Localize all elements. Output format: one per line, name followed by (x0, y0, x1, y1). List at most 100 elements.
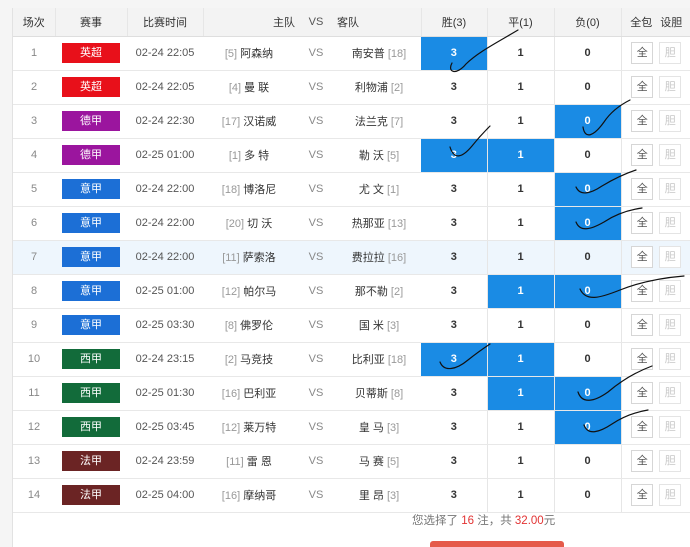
home-team-cell: [17] 汉诺威 (203, 104, 303, 139)
away-rank: [2] (390, 286, 404, 298)
league-badge[interactable]: 英超 (62, 77, 120, 97)
all-in-button[interactable]: 全 (631, 416, 654, 438)
option-lose[interactable]: 0 (554, 478, 622, 513)
all-in-button[interactable]: 全 (631, 76, 654, 98)
option-draw[interactable]: 1 (487, 444, 555, 479)
option-win[interactable]: 3 (421, 104, 488, 139)
all-in-button[interactable]: 全 (631, 178, 654, 200)
set-bile-button[interactable]: 胆 (659, 246, 682, 268)
option-lose[interactable]: 0 (554, 342, 622, 377)
set-bile-button[interactable]: 胆 (659, 382, 682, 404)
league-badge[interactable]: 意甲 (62, 213, 120, 233)
option-win[interactable]: 3 (421, 138, 488, 173)
option-lose[interactable]: 0 (554, 36, 622, 71)
option-draw[interactable]: 1 (487, 376, 555, 411)
option-win[interactable]: 3 (421, 342, 488, 377)
option-draw[interactable]: 1 (487, 308, 555, 343)
option-draw[interactable]: 1 (487, 240, 555, 275)
all-in-button[interactable]: 全 (631, 246, 654, 268)
set-bile-button[interactable]: 胆 (659, 314, 682, 336)
home-rank: [5] (224, 48, 238, 60)
home-rank: [17] (221, 116, 241, 128)
option-draw[interactable]: 1 (487, 342, 555, 377)
option-win[interactable]: 3 (421, 376, 488, 411)
league-badge[interactable]: 西甲 (62, 349, 120, 369)
option-lose[interactable]: 0 (554, 172, 622, 207)
away-team: 国 米 (358, 320, 384, 332)
option-draw[interactable]: 1 (487, 410, 555, 445)
league-badge[interactable]: 意甲 (62, 247, 120, 267)
match-time: 02-25 03:30 (127, 308, 203, 343)
league-cell: 意甲 (55, 308, 127, 343)
all-in-button[interactable]: 全 (631, 110, 654, 132)
option-lose[interactable]: 0 (554, 376, 622, 411)
option-lose[interactable]: 0 (554, 104, 622, 139)
option-draw[interactable]: 1 (487, 70, 555, 105)
set-bile-button[interactable]: 胆 (659, 348, 682, 370)
vs-label: VS (303, 70, 329, 105)
option-win[interactable]: 3 (421, 410, 488, 445)
option-win[interactable]: 3 (421, 478, 488, 513)
option-lose[interactable]: 0 (554, 444, 622, 479)
option-draw[interactable]: 1 (487, 206, 555, 241)
set-bile-button[interactable]: 胆 (659, 110, 682, 132)
option-win[interactable]: 3 (421, 240, 488, 275)
set-bile-button[interactable]: 胆 (659, 484, 682, 506)
match-time: 02-25 03:45 (127, 410, 203, 445)
option-win[interactable]: 3 (421, 274, 488, 309)
set-bile-button[interactable]: 胆 (659, 42, 682, 64)
league-badge[interactable]: 法甲 (62, 485, 120, 505)
league-badge[interactable]: 德甲 (62, 111, 120, 131)
set-bile-button[interactable]: 胆 (659, 144, 682, 166)
option-lose[interactable]: 0 (554, 70, 622, 105)
set-bile-button[interactable]: 胆 (659, 178, 682, 200)
league-badge[interactable]: 西甲 (62, 417, 120, 437)
set-bile-button[interactable]: 胆 (659, 76, 682, 98)
option-win[interactable]: 3 (421, 206, 488, 241)
option-win[interactable]: 3 (421, 172, 488, 207)
league-badge[interactable]: 意甲 (62, 315, 120, 335)
option-lose[interactable]: 0 (554, 274, 622, 309)
option-lose[interactable]: 0 (554, 206, 622, 241)
option-win[interactable]: 3 (421, 36, 488, 71)
set-bile-button[interactable]: 胆 (659, 416, 682, 438)
league-badge[interactable]: 法甲 (62, 451, 120, 471)
option-lose[interactable]: 0 (554, 138, 622, 173)
option-win[interactable]: 3 (421, 308, 488, 343)
vs-label: VS (303, 172, 329, 207)
summary-mid: 注，共 (477, 515, 512, 527)
option-draw[interactable]: 1 (487, 138, 555, 173)
option-draw[interactable]: 1 (487, 478, 555, 513)
all-in-button[interactable]: 全 (631, 212, 654, 234)
all-in-button[interactable]: 全 (631, 348, 654, 370)
all-in-button[interactable]: 全 (631, 42, 654, 64)
all-in-button[interactable]: 全 (631, 382, 654, 404)
away-team: 尤 文 (358, 184, 384, 196)
option-win[interactable]: 3 (421, 70, 488, 105)
option-draw[interactable]: 1 (487, 104, 555, 139)
set-bile-button[interactable]: 胆 (659, 280, 682, 302)
option-draw[interactable]: 1 (487, 172, 555, 207)
league-badge[interactable]: 意甲 (62, 281, 120, 301)
set-bile-button[interactable]: 胆 (659, 450, 682, 472)
option-draw[interactable]: 1 (487, 36, 555, 71)
option-draw[interactable]: 1 (487, 274, 555, 309)
all-in-button[interactable]: 全 (631, 280, 654, 302)
all-in-button[interactable]: 全 (631, 314, 654, 336)
all-in-button[interactable]: 全 (631, 484, 654, 506)
submit-button[interactable] (430, 541, 564, 547)
option-lose[interactable]: 0 (554, 410, 622, 445)
match-index: 7 (13, 240, 55, 275)
option-lose[interactable]: 0 (554, 240, 622, 275)
match-index: 8 (13, 274, 55, 309)
row-actions: 全胆 (621, 342, 690, 377)
all-in-button[interactable]: 全 (631, 450, 654, 472)
set-bile-button[interactable]: 胆 (659, 212, 682, 234)
all-in-button[interactable]: 全 (631, 144, 654, 166)
league-badge[interactable]: 德甲 (62, 145, 120, 165)
league-badge[interactable]: 西甲 (62, 383, 120, 403)
league-badge[interactable]: 意甲 (62, 179, 120, 199)
option-win[interactable]: 3 (421, 444, 488, 479)
league-badge[interactable]: 英超 (62, 43, 120, 63)
option-lose[interactable]: 0 (554, 308, 622, 343)
